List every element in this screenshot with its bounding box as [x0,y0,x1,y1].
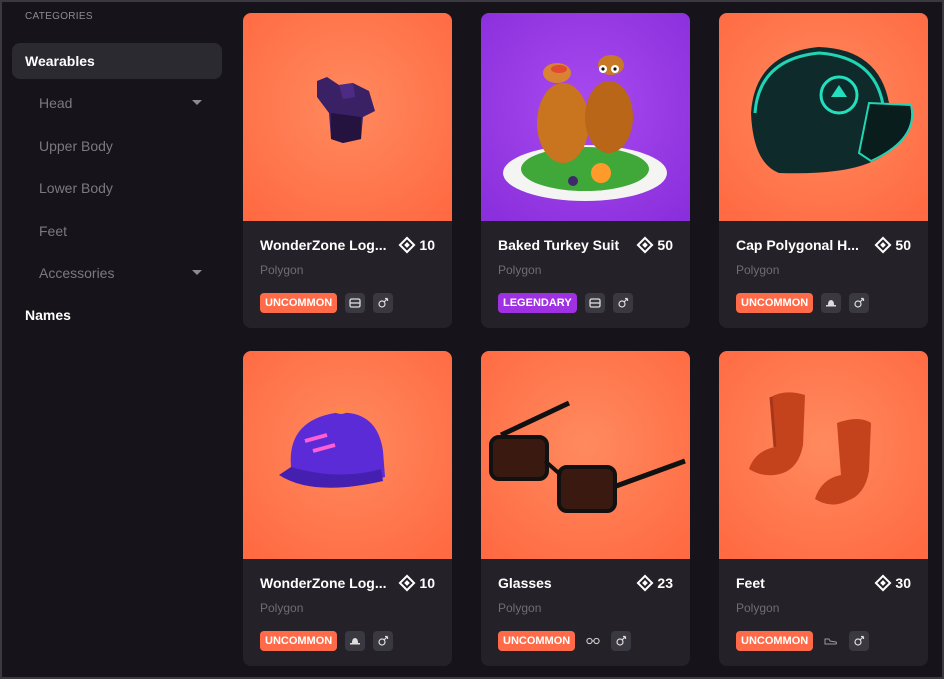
item-network: Polygon [736,263,780,277]
unisex-icon [849,293,870,313]
item-name: Cap Polygonal H... [736,237,859,253]
item-network: Polygon [260,601,304,615]
glasses-icon [583,631,603,651]
rarity-badge: UNCOMMON [498,631,576,651]
item-price: 50 [874,236,911,254]
item-network: Polygon [260,263,304,277]
unisex-icon [373,631,394,651]
item-card[interactable]: Glasses 23 Polygon UNCOMMON [481,351,690,666]
rarity-badge: UNCOMMON [260,293,338,313]
rarity-badge: UNCOMMON [736,293,814,313]
unisex-icon [611,631,632,651]
unisex-icon [849,631,870,651]
price-value: 10 [419,575,435,591]
item-name: WonderZone Log... [260,237,387,253]
sidebar-item-upper-body[interactable]: Upper Body [12,128,222,164]
categories-header: CATEGORIES [25,11,93,22]
mana-icon [874,574,892,592]
item-thumbnail [719,13,928,221]
sidebar-item-head[interactable]: Head [12,85,222,121]
sidebar-item-label: Wearables [25,53,95,69]
rarity-badge: LEGENDARY [498,293,577,313]
item-name: WonderZone Log... [260,575,387,591]
item-thumbnail [481,351,690,559]
mana-icon [874,236,892,254]
item-network: Polygon [736,601,780,615]
mana-icon [636,236,654,254]
price-value: 30 [895,575,911,591]
price-value: 10 [419,237,435,253]
sidebar-item-wearables[interactable]: Wearables [12,43,222,79]
unisex-icon [373,293,394,313]
item-price: 10 [398,236,435,254]
item-card[interactable]: Feet 30 Polygon UNCOMMON [719,351,928,666]
item-price: 50 [636,236,673,254]
item-thumbnail [243,13,452,221]
item-name: Baked Turkey Suit [498,237,620,253]
item-thumbnail [719,351,928,559]
sidebar-item-label: Accessories [39,265,115,281]
mana-icon [636,574,654,592]
chevron-down-icon[interactable] [192,100,202,105]
sidebar-item-names[interactable]: Names [12,297,222,333]
item-card[interactable]: WonderZone Log... 10 Polygon UNCOMMON [243,13,452,328]
shoes-icon [821,631,841,651]
item-name: Glasses [498,575,552,591]
chevron-down-icon[interactable] [192,270,202,275]
categories-sidebar: CATEGORIES Wearables Head Upper Body Low… [0,0,232,679]
item-card[interactable]: Baked Turkey Suit 50 Polygon LEGENDARY [481,13,690,328]
hat-icon [345,631,366,651]
item-card[interactable]: Cap Polygonal H... 50 Polygon UNCOMMON [719,13,928,328]
item-price: 10 [398,574,435,592]
upper-body-icon [345,293,366,313]
price-value: 23 [657,575,673,591]
rarity-badge: UNCOMMON [736,631,814,651]
item-card[interactable]: WonderZone Log... 10 Polygon UNCOMMON [243,351,452,666]
price-value: 50 [657,237,673,253]
sidebar-item-label: Names [25,307,71,323]
sidebar-item-lower-body[interactable]: Lower Body [12,170,222,206]
item-price: 23 [636,574,673,592]
sidebar-item-label: Head [39,95,73,111]
upper-body-icon [584,293,605,313]
mana-icon [398,574,416,592]
item-thumbnail [481,13,690,221]
sidebar-item-accessories[interactable]: Accessories [12,255,222,291]
sidebar-item-label: Lower Body [39,180,113,196]
sidebar-item-label: Upper Body [39,138,113,154]
item-thumbnail [243,351,452,559]
unisex-icon [612,293,633,313]
sidebar-item-label: Feet [39,223,68,239]
mana-icon [398,236,416,254]
sidebar-item-feet[interactable]: Feet [12,213,222,249]
item-price: 30 [874,574,911,592]
item-name: Feet [736,575,765,591]
rarity-badge: UNCOMMON [260,631,338,651]
price-value: 50 [895,237,911,253]
item-network: Polygon [498,601,542,615]
hat-icon [821,293,842,313]
item-network: Polygon [498,263,542,277]
